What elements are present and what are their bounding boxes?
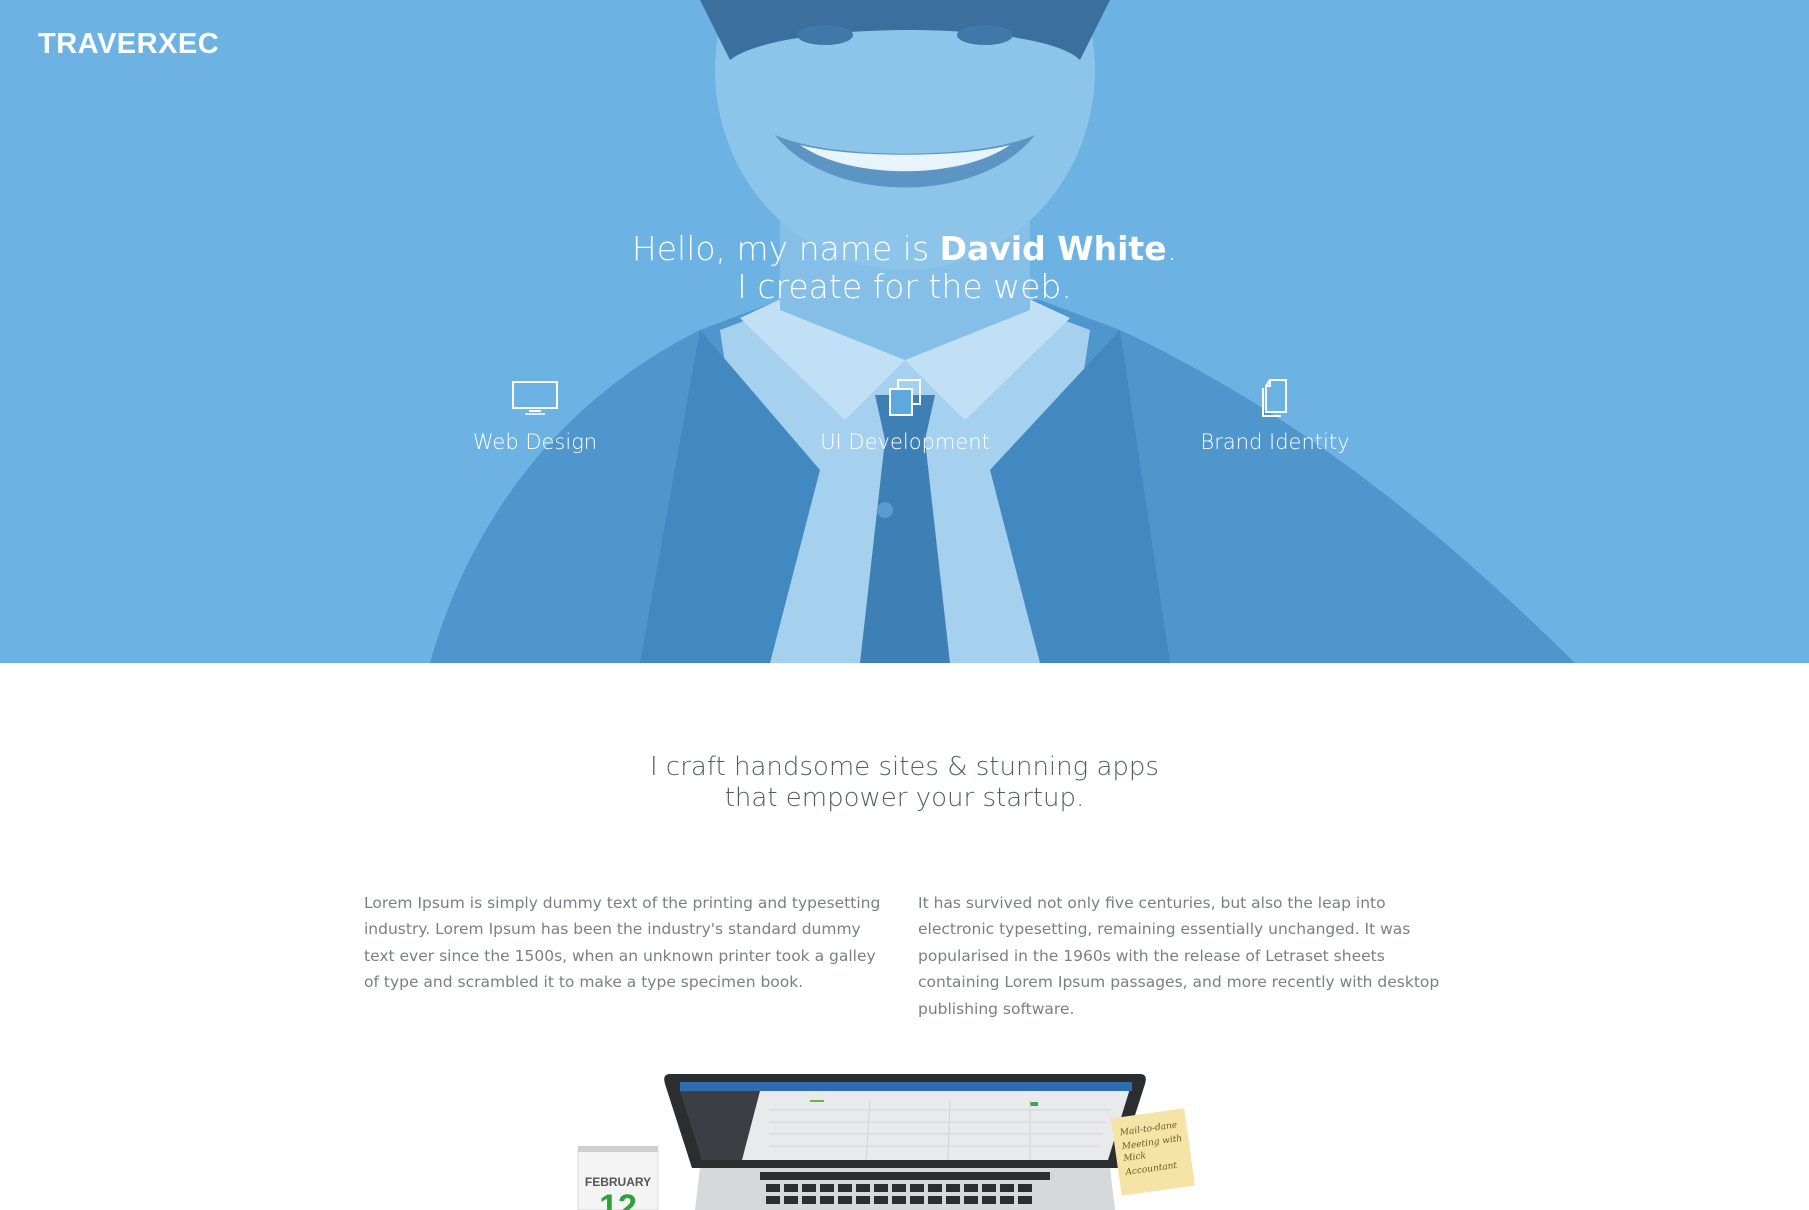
intro-heading: I craft handsome sites & stunning apps t…: [0, 752, 1809, 814]
intro-heading-line2: that empower your startup.: [724, 783, 1085, 813]
brand-logo[interactable]: TRAVERXEC: [38, 28, 219, 61]
hero-tagline: I create for the web.: [737, 267, 1072, 306]
document-icon: [1262, 379, 1287, 417]
services-row: Web Design UI Development Brand Identity: [0, 378, 1809, 478]
hero-greeting-suffix: .: [1166, 229, 1178, 268]
stacked-windows-icon: [889, 379, 921, 416]
hero-portrait-image: [0, 0, 1809, 663]
intro-heading-line1: I craft handsome sites & stunning apps: [650, 752, 1159, 782]
sticky-note-illustration: Mail-to-dane Meeting with Mick Accountan…: [1110, 1108, 1195, 1196]
intro-paragraph-right: It has survived not only five centuries,…: [918, 893, 1440, 1018]
hero-greeting: Hello, my name is David White.: [0, 230, 1809, 268]
service-web-design[interactable]: Web Design: [415, 378, 655, 454]
service-brand-identity[interactable]: Brand Identity: [1155, 378, 1395, 454]
calendar-month: FEBRUARY: [585, 1175, 651, 1189]
calendar-day: 12: [599, 1188, 637, 1210]
monitor-icon: [512, 381, 558, 415]
laptop-illustration: [664, 1074, 1146, 1210]
service-label: Brand Identity: [1200, 430, 1350, 454]
laptop-scene-image: FEBRUARY 12 Mail-to-dane Meeting with Mi…: [577, 1074, 1195, 1210]
service-label: Web Design: [472, 430, 598, 454]
service-ui-development[interactable]: UI Development: [785, 378, 1025, 454]
hero-greeting-prefix: Hello, my name is: [631, 229, 940, 268]
service-label: UI Development: [820, 430, 990, 454]
calendar-illustration: FEBRUARY 12: [577, 1146, 659, 1210]
hero-headline: Hello, my name is David White. I create …: [0, 230, 1809, 306]
hero-name: David White: [939, 229, 1167, 268]
hero-section: TRAVERXEC Hello, my name is David White.…: [0, 0, 1809, 663]
intro-paragraph-left: Lorem Ipsum is simply dummy text of the …: [364, 893, 881, 992]
